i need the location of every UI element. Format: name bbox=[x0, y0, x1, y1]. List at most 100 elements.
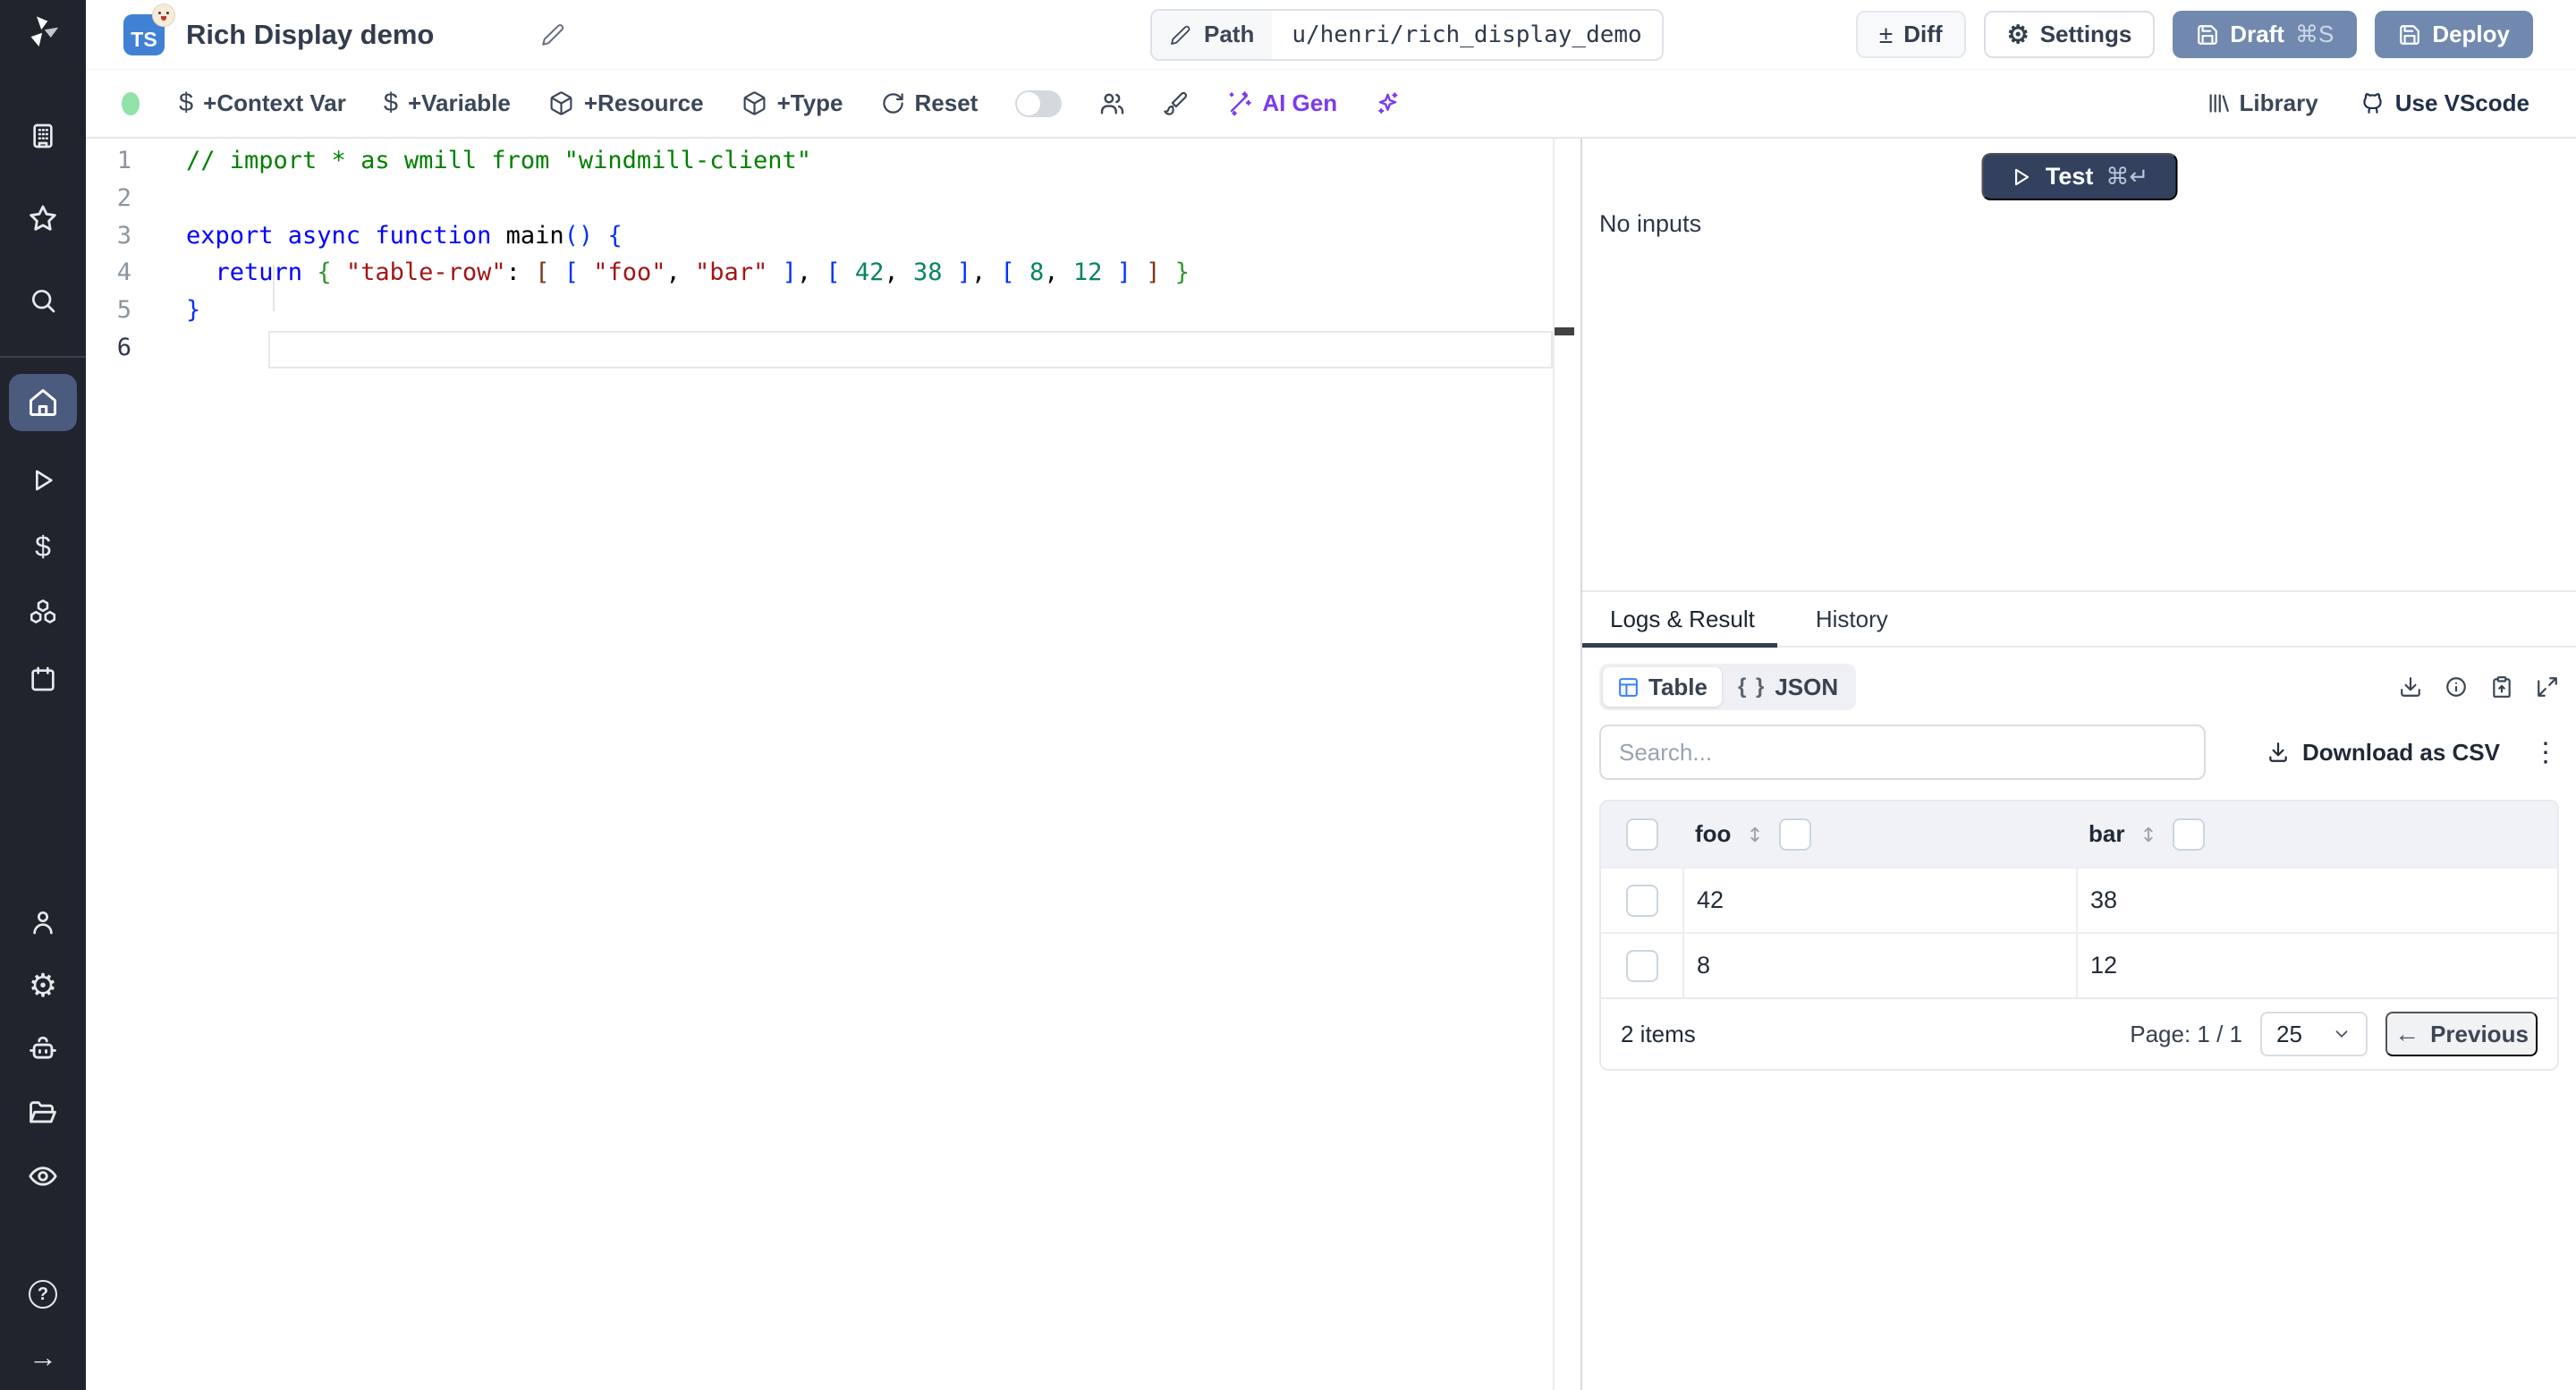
sidebar-item-help[interactable]: ? bbox=[9, 1277, 77, 1311]
draft-shortcut: ⌘S bbox=[2294, 21, 2334, 47]
table-cell: 42 bbox=[1697, 886, 1724, 913]
format-button[interactable] bbox=[1163, 90, 1189, 116]
edit-summary-pencil-icon[interactable] bbox=[541, 22, 565, 47]
add-context-var-button[interactable]: $ +Context Var bbox=[179, 89, 346, 118]
add-type-button[interactable]: +Type bbox=[741, 89, 843, 117]
table-controls-row: Download as CSV ⋮ bbox=[1599, 725, 2559, 780]
column-checkbox-foo[interactable] bbox=[1779, 818, 1812, 851]
select-all-checkbox[interactable] bbox=[1625, 818, 1658, 851]
use-vscode-button[interactable]: Use VScode bbox=[2360, 89, 2529, 117]
code-editor[interactable]: 1 // import * as wmill from "windmill-cli… bbox=[86, 139, 1580, 1390]
deploy-button[interactable]: Deploy bbox=[2375, 11, 2533, 58]
code-line[interactable]: 2 bbox=[86, 180, 1580, 217]
no-inputs-text: No inputs bbox=[1599, 210, 1702, 237]
tab-history[interactable]: History bbox=[1816, 606, 1888, 633]
braces-icon: { } bbox=[1737, 674, 1767, 699]
brush-icon bbox=[1163, 90, 1189, 116]
diff-button[interactable]: ± Diff bbox=[1855, 11, 1966, 58]
expand-icon[interactable] bbox=[2536, 675, 2559, 699]
sidebar-item-schedules[interactable] bbox=[9, 662, 77, 696]
diff-mode-toggle[interactable] bbox=[1015, 89, 1063, 117]
code-line[interactable]: 1 // import * as wmill from "windmill-cli… bbox=[86, 142, 1580, 180]
search-input[interactable] bbox=[1599, 725, 2206, 780]
path-control[interactable]: Path u/henri/rich_display_demo bbox=[1150, 8, 1664, 61]
code-text: return { "table-row": [ [ "foo", "bar" ]… bbox=[215, 259, 1190, 287]
sidebar-item-runs[interactable] bbox=[9, 463, 77, 497]
sidebar-item-search[interactable] bbox=[9, 284, 77, 318]
ai-gen-button[interactable]: AI Gen bbox=[1226, 89, 1337, 117]
copy-result-icon[interactable] bbox=[2490, 675, 2513, 699]
table-body: 42 38 8 12 bbox=[1601, 867, 2557, 997]
test-button[interactable]: Test ⌘↵ bbox=[1981, 153, 2177, 200]
sidebar-item-resources[interactable] bbox=[9, 596, 77, 630]
download-csv-button[interactable]: Download as CSV bbox=[2267, 739, 2500, 767]
column-header-foo[interactable]: foo bbox=[1695, 820, 1731, 848]
user-icon bbox=[29, 908, 57, 937]
editor-scrollbar[interactable] bbox=[1553, 139, 1580, 1390]
code-text: export async function main() { bbox=[186, 221, 623, 250]
arrow-left-icon: ← bbox=[2394, 1020, 2420, 1047]
gear-icon: ⚙ bbox=[28, 967, 58, 1004]
sort-icon[interactable] bbox=[2139, 825, 2158, 844]
result-section: Table { } JSON Search... Download as CSV… bbox=[1582, 648, 2576, 1390]
result-view-row: Table { } JSON bbox=[1599, 664, 2559, 710]
path-button[interactable]: Path bbox=[1152, 10, 1273, 59]
draft-button[interactable]: Draft ⌘S bbox=[2173, 11, 2358, 58]
download-result-icon[interactable] bbox=[2399, 675, 2422, 699]
view-toggle-json[interactable]: { } JSON bbox=[1724, 667, 1852, 707]
sidebar-item-favorites[interactable] bbox=[9, 201, 77, 235]
preview-panel: Test ⌘↵ No inputs Logs & Result History bbox=[1580, 139, 2576, 1390]
sidebar-expand[interactable]: → bbox=[9, 1340, 77, 1374]
sidebar-item-folders[interactable] bbox=[9, 1096, 77, 1130]
settings-button[interactable]: ⚙ Settings bbox=[1983, 11, 2156, 58]
code-line[interactable]: 3 export async function main() { bbox=[86, 216, 1580, 254]
path-value[interactable]: u/henri/rich_display_demo bbox=[1272, 10, 1662, 59]
star-icon bbox=[28, 203, 58, 233]
windmill-logo[interactable] bbox=[0, 13, 86, 50]
library-button[interactable]: Library bbox=[2206, 89, 2318, 117]
test-shortcut: ⌘↵ bbox=[2106, 163, 2149, 190]
library-label: Library bbox=[2239, 89, 2318, 116]
sort-icon[interactable] bbox=[1745, 825, 1765, 844]
sidebar-item-settings[interactable]: ⚙ bbox=[9, 969, 77, 1003]
column-checkbox-bar[interactable] bbox=[2173, 818, 2206, 851]
row-checkbox[interactable] bbox=[1625, 949, 1658, 982]
column-header-bar[interactable]: bar bbox=[2089, 820, 2124, 848]
test-label: Test bbox=[2045, 163, 2094, 190]
row-checkbox[interactable] bbox=[1625, 884, 1658, 917]
calendar-icon bbox=[29, 665, 57, 693]
magic-wand-icon bbox=[1226, 90, 1252, 116]
sidebar-item-workers[interactable] bbox=[9, 1032, 77, 1066]
table-row[interactable]: 8 12 bbox=[1601, 932, 2557, 997]
sidebar-item-variables[interactable]: $ bbox=[9, 530, 77, 564]
sidebar-item-home[interactable] bbox=[9, 374, 77, 431]
code-lines[interactable]: 1 // import * as wmill from "windmill-cli… bbox=[86, 142, 1580, 366]
play-icon bbox=[2010, 165, 2033, 189]
sidebar-item-audit[interactable] bbox=[9, 1159, 77, 1193]
home-icon bbox=[27, 386, 59, 419]
code-line[interactable]: 4 return { "table-row": [ [ "foo", "bar"… bbox=[86, 254, 1580, 292]
table-row[interactable]: 42 38 bbox=[1601, 867, 2557, 932]
info-icon[interactable] bbox=[2445, 675, 2468, 699]
sidebar-item-workspace[interactable] bbox=[9, 119, 77, 153]
tab-logs-result[interactable]: Logs & Result bbox=[1610, 606, 1755, 633]
dollar-icon: $ bbox=[383, 89, 398, 117]
table-menu-kebab[interactable]: ⋮ bbox=[2532, 737, 2559, 768]
add-variable-button[interactable]: $ +Variable bbox=[384, 89, 511, 118]
code-line[interactable]: 5} bbox=[86, 292, 1580, 329]
add-resource-button[interactable]: +Resource bbox=[548, 89, 704, 117]
previous-page-button[interactable]: ← Previous bbox=[2385, 1012, 2538, 1056]
language-badge-typescript: TS bbox=[123, 3, 175, 55]
script-emoji-badge bbox=[152, 3, 175, 27]
page-size-select[interactable]: 25 bbox=[2260, 1012, 2368, 1056]
plus-minus-icon: ± bbox=[1878, 20, 1894, 48]
sidebar-item-users[interactable] bbox=[9, 905, 77, 939]
code-line[interactable]: 6 bbox=[86, 328, 1580, 366]
view-toggle-table[interactable]: Table bbox=[1603, 667, 1722, 707]
toolbar-right: Library Use VScode bbox=[2206, 89, 2576, 117]
reset-button[interactable]: Reset bbox=[881, 89, 978, 117]
help-icon: ? bbox=[29, 1280, 57, 1309]
multiplayer-button[interactable] bbox=[1099, 90, 1125, 116]
sparkles-button[interactable] bbox=[1375, 90, 1401, 116]
reset-icon bbox=[881, 91, 905, 115]
